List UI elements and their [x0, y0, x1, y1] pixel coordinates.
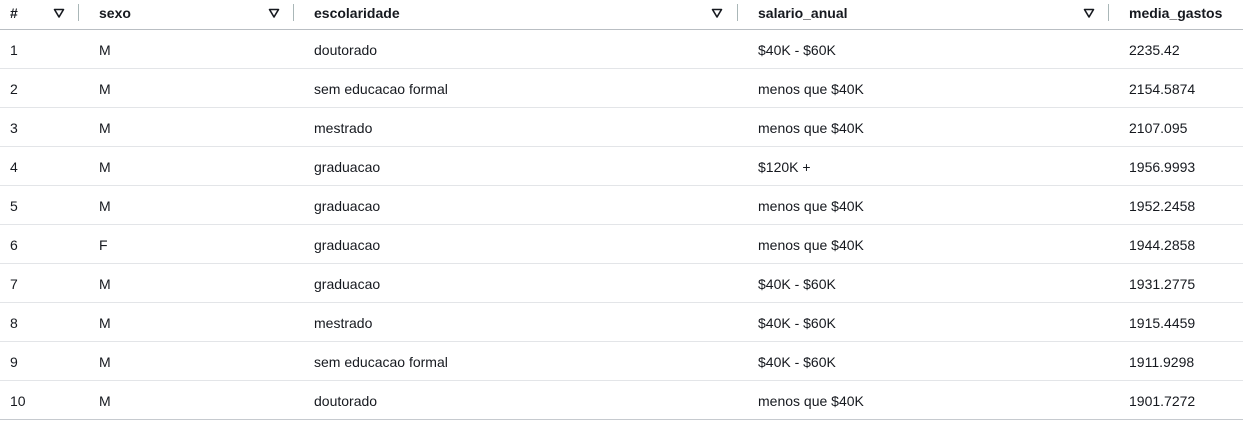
- row-index: 7: [10, 276, 18, 292]
- cell-sexo: M: [99, 315, 111, 331]
- cell-salario-anual: $40K - $60K: [758, 276, 836, 292]
- cell-escolaridade: graduacao: [314, 276, 381, 292]
- cell-escolaridade: mestrado: [314, 120, 373, 136]
- cell-escolaridade: sem educacao formal: [314, 81, 448, 97]
- sort-triangle-icon[interactable]: [1083, 7, 1095, 19]
- table-row: 6 F graduacao menos que $40K 1944.2858: [0, 225, 1243, 264]
- table-row: 7 M graduacao $40K - $60K 1931.2775: [0, 264, 1243, 303]
- table-row: 9 M sem educacao formal $40K - $60K 1911…: [0, 342, 1243, 381]
- cell-salario-anual: $40K - $60K: [758, 315, 836, 331]
- cell-salario-anual: menos que $40K: [758, 120, 864, 136]
- cell-media-gastos: 1944.2858: [1129, 237, 1196, 253]
- cell-escolaridade: graduacao: [314, 198, 381, 214]
- column-resize-handle[interactable]: [293, 4, 294, 21]
- column-resize-handle[interactable]: [1108, 4, 1109, 21]
- column-header-sexo: sexo: [99, 5, 131, 21]
- table-row: 8 M mestrado $40K - $60K 1915.4459: [0, 303, 1243, 342]
- row-index: 3: [10, 120, 18, 136]
- cell-sexo: M: [99, 159, 111, 175]
- cell-escolaridade: doutorado: [314, 393, 378, 409]
- row-index: 1: [10, 42, 18, 58]
- cell-escolaridade: mestrado: [314, 315, 373, 331]
- results-table: # sexo escolaridade salario_anual media_…: [0, 0, 1243, 420]
- row-index: 2: [10, 81, 18, 97]
- cell-sexo: M: [99, 276, 111, 292]
- column-header-media-gastos: media_gastos: [1129, 5, 1223, 21]
- row-index: 9: [10, 354, 18, 370]
- row-index: 4: [10, 159, 18, 175]
- cell-sexo: F: [99, 237, 108, 253]
- cell-sexo: M: [99, 81, 111, 97]
- cell-media-gastos: 1901.7272: [1129, 393, 1196, 409]
- table-row: 4 M graduacao $120K + 1956.9993: [0, 147, 1243, 186]
- column-resize-handle[interactable]: [78, 4, 79, 21]
- cell-media-gastos: 2107.095: [1129, 120, 1188, 136]
- row-index: 6: [10, 237, 18, 253]
- cell-media-gastos: 2235.42: [1129, 42, 1180, 58]
- cell-salario-anual: menos que $40K: [758, 237, 864, 253]
- row-index: 5: [10, 198, 18, 214]
- column-header-escolaridade: escolaridade: [314, 5, 400, 21]
- cell-media-gastos: 2154.5874: [1129, 81, 1196, 97]
- cell-salario-anual: menos que $40K: [758, 393, 864, 409]
- column-header-salario-anual: salario_anual: [758, 5, 848, 21]
- cell-escolaridade: doutorado: [314, 42, 378, 58]
- cell-sexo: M: [99, 393, 111, 409]
- table-row: 2 M sem educacao formal menos que $40K 2…: [0, 69, 1243, 108]
- column-header-index: #: [10, 5, 18, 21]
- cell-salario-anual: $40K - $60K: [758, 354, 836, 370]
- sort-triangle-icon[interactable]: [53, 7, 65, 19]
- table-row: 5 M graduacao menos que $40K 1952.2458: [0, 186, 1243, 225]
- table-row: 3 M mestrado menos que $40K 2107.095: [0, 108, 1243, 147]
- column-resize-handle[interactable]: [737, 4, 738, 21]
- cell-sexo: M: [99, 120, 111, 136]
- cell-media-gastos: 1911.9298: [1129, 354, 1195, 370]
- cell-sexo: M: [99, 198, 111, 214]
- table-row: 1 M doutorado $40K - $60K 2235.42: [0, 30, 1243, 69]
- table-header: # sexo escolaridade salario_anual media_…: [0, 0, 1243, 30]
- cell-escolaridade: sem educacao formal: [314, 354, 448, 370]
- cell-media-gastos: 1915.4459: [1129, 315, 1196, 331]
- cell-salario-anual: menos que $40K: [758, 198, 864, 214]
- sort-triangle-icon[interactable]: [268, 7, 280, 19]
- cell-sexo: M: [99, 42, 111, 58]
- cell-salario-anual: $40K - $60K: [758, 42, 836, 58]
- row-index: 10: [10, 393, 26, 409]
- cell-escolaridade: graduacao: [314, 159, 381, 175]
- cell-salario-anual: menos que $40K: [758, 81, 864, 97]
- row-index: 8: [10, 315, 18, 331]
- cell-salario-anual: $120K +: [758, 159, 811, 175]
- sort-triangle-icon[interactable]: [711, 7, 723, 19]
- cell-media-gastos: 1952.2458: [1129, 198, 1196, 214]
- table-row: 10 M doutorado menos que $40K 1901.7272: [0, 381, 1243, 420]
- cell-sexo: M: [99, 354, 111, 370]
- cell-escolaridade: graduacao: [314, 237, 381, 253]
- cell-media-gastos: 1931.2775: [1129, 276, 1196, 292]
- cell-media-gastos: 1956.9993: [1129, 159, 1196, 175]
